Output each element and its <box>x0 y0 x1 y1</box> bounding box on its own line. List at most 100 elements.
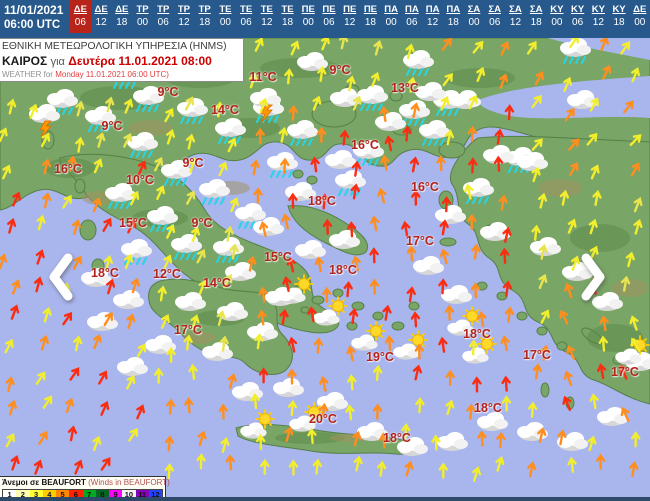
timeline-hour-label: 18 <box>199 17 211 28</box>
timeline-step-ΤΕ-18[interactable]: ΤΕ 18 <box>277 0 298 33</box>
timeline-day-label: ΚΥ <box>550 4 564 15</box>
timeline-hour-label: 06 <box>74 17 86 28</box>
temperature-label: 16°C <box>54 162 82 176</box>
next-timestep-button[interactable] <box>578 252 608 302</box>
timeline-day-label: ΚΥ <box>612 4 626 15</box>
timeline-step-ΣΑ-06[interactable]: ΣΑ 06 <box>484 0 505 33</box>
timeline-day-label: ΤΕ <box>219 4 232 15</box>
timeline-day-label: ΤΕ <box>281 4 294 15</box>
timeline-step-ΠΑ-06[interactable]: ΠΑ 06 <box>402 0 423 33</box>
timeline-hour-label: 00 <box>219 17 231 28</box>
temperature-label: 13°C <box>391 81 419 95</box>
timeline-step-ΠΕ-12[interactable]: ΠΕ 12 <box>339 0 360 33</box>
timeline-day-label: ΔΕ <box>115 4 129 15</box>
timeline-step-ΣΑ-00[interactable]: ΣΑ 00 <box>464 0 485 33</box>
weather-word-en: WEATHER for <box>2 69 53 79</box>
timeline-day-label: ΠΑ <box>384 4 398 15</box>
timeline-day-label: ΠΕ <box>322 4 336 15</box>
map-bottom-border <box>0 497 650 501</box>
timeline-day-label: ΠΑ <box>446 4 461 15</box>
timeline-step-ΔΕ-00[interactable]: ΔΕ 00 <box>629 0 650 33</box>
timeline-day-label: ΤΡ <box>177 4 191 15</box>
timeline-step-ΔΕ-06[interactable]: ΔΕ 06 <box>70 0 91 33</box>
timeline-step-ΚΥ-00[interactable]: ΚΥ 00 <box>547 0 568 33</box>
timeline-step-ΔΕ-12[interactable]: ΔΕ 12 <box>91 0 112 33</box>
legend-title-english: (Winds in BEAUFORT) <box>88 478 170 487</box>
timeline-hour-label: 12 <box>592 17 604 28</box>
timeline-hour-label: 18 <box>530 17 542 28</box>
timeline-step-ΠΕ-18[interactable]: ΠΕ 18 <box>360 0 381 33</box>
timeline-hour-label: 18 <box>364 17 376 28</box>
timeline-hour-label: 00 <box>551 17 563 28</box>
timeline-hour-label: 18 <box>447 17 459 28</box>
legend-title-greek: Άνεμοι σε BEAUFORT <box>2 478 86 487</box>
weather-word-gr: ΚΑΙΡΟΣ <box>2 54 48 69</box>
timeline-day-label: ΤΕ <box>260 4 273 15</box>
timeline-hour-label: 06 <box>489 17 501 28</box>
temperature-label: 18°C <box>329 263 357 277</box>
current-datetime: 11/01/2021 06:00 UTC <box>0 0 70 38</box>
timeline-step-ΤΡ-06[interactable]: ΤΡ 06 <box>153 0 174 33</box>
timeline-hour-label: 00 <box>634 17 646 28</box>
timeline-hour-label: 06 <box>572 17 584 28</box>
hnms-weather-app: 11/01/2021 06:00 UTC ΔΕ 06 ΔΕ 12 ΔΕ 18 ΤΡ 00 ΤΡ 0… <box>0 0 650 501</box>
for-word-gr: για <box>50 56 65 69</box>
timeline-hour-label: 18 <box>281 17 294 28</box>
temperature-label: 18°C <box>463 327 491 341</box>
chevron-left-icon <box>49 253 73 301</box>
forecast-title-greek: ΚΑΙΡΟΣ για Δευτέρα 11.01.2021 08:00 <box>2 54 240 69</box>
timeline-day-label: ΣΑ <box>529 4 543 15</box>
timeline-day-label: ΣΑ <box>488 4 502 15</box>
timeline-day-label: ΣΑ <box>509 4 522 15</box>
chevron-right-icon <box>581 253 605 301</box>
timeline-step-ΠΑ-18[interactable]: ΠΑ 18 <box>443 0 464 33</box>
timeline-step-ΠΑ-00[interactable]: ΠΑ 00 <box>381 0 402 33</box>
timeline-day-label: ΔΕ <box>73 4 87 15</box>
temperature-label: 15°C <box>119 216 147 230</box>
timeline-step-ΤΡ-18[interactable]: ΤΡ 18 <box>194 0 215 33</box>
temperature-label: 17°C <box>523 348 551 362</box>
temperature-label: 17°C <box>611 365 639 379</box>
timeline-step-ΠΑ-12[interactable]: ΠΑ 12 <box>422 0 443 33</box>
temperature-label: 14°C <box>203 276 231 290</box>
previous-timestep-button[interactable] <box>46 252 76 302</box>
timeline-step-ΚΥ-18[interactable]: ΚΥ 18 <box>609 0 630 33</box>
timeline-step-ΣΑ-12[interactable]: ΣΑ 12 <box>505 0 526 33</box>
timeline-day-label: ΤΡ <box>136 4 149 15</box>
timeline-day-label: ΚΥ <box>571 4 585 15</box>
timeline-hour-label: 12 <box>509 17 522 28</box>
legend-title: Άνεμοι σε BEAUFORT (Winds in BEAUFORT) <box>2 478 170 488</box>
timeline-step-ΤΕ-12[interactable]: ΤΕ 12 <box>256 0 277 33</box>
timeline-day-label: ΔΕ <box>94 4 108 15</box>
timeline-step-ΤΕ-00[interactable]: ΤΕ 00 <box>215 0 236 33</box>
temperature-label: 16°C <box>411 180 439 194</box>
timeline-day-label: ΤΡ <box>198 4 211 15</box>
timeline-step-ΔΕ-18[interactable]: ΔΕ 18 <box>111 0 132 33</box>
timeline-step-ΤΕ-06[interactable]: ΤΕ 06 <box>236 0 257 33</box>
timeline-step-ΠΕ-00[interactable]: ΠΕ 00 <box>298 0 319 33</box>
temperature-label: 18°C <box>474 401 502 415</box>
timeline-hour-label: 06 <box>240 17 252 28</box>
timeline-day-label: ΠΕ <box>301 4 315 15</box>
temperature-label: 18°C <box>308 194 336 208</box>
temperature-label: 9°C <box>191 216 213 230</box>
timeline-day-label: ΠΕ <box>363 4 378 15</box>
timeline-step-ΚΥ-12[interactable]: ΚΥ 12 <box>588 0 609 33</box>
time-label: 06:00 UTC <box>4 19 61 31</box>
timeline-step-ΤΡ-12[interactable]: ΤΡ 12 <box>174 0 195 33</box>
temperature-label: 15°C <box>264 250 292 264</box>
timeline-step-ΤΡ-00[interactable]: ΤΡ 00 <box>132 0 153 33</box>
timeline-hour-label: 00 <box>302 17 314 28</box>
timeline-step-ΠΕ-06[interactable]: ΠΕ 06 <box>319 0 340 33</box>
timeline-day-label: ΠΕ <box>343 4 357 15</box>
forecast-timeline-bar: 11/01/2021 06:00 UTC ΔΕ 06 ΔΕ 12 ΔΕ 18 ΤΡ 00 ΤΡ 0… <box>0 0 650 38</box>
timeline-day-label: ΚΥ <box>591 4 605 15</box>
temperature-label: 9°C <box>182 156 204 170</box>
temperature-label: 16°C <box>351 138 379 152</box>
forecast-date-en: Monday 11.01.2021 06:00 UTC) <box>55 69 169 79</box>
timeline-step-ΣΑ-18[interactable]: ΣΑ 18 <box>526 0 547 33</box>
timeline-hour-label: 12 <box>95 17 107 28</box>
temperature-label: 17°C <box>174 323 202 337</box>
forecast-date-gr: Δευτέρα 11.01.2021 08:00 <box>68 54 212 69</box>
timeline-step-ΚΥ-06[interactable]: ΚΥ 06 <box>567 0 588 33</box>
